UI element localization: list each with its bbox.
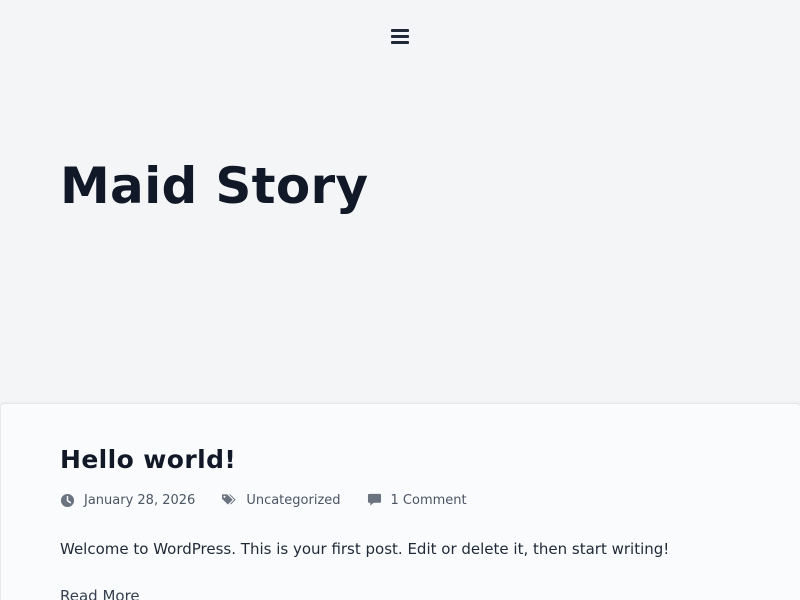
post-comments: 1 Comment [367, 493, 467, 508]
tags-icon [221, 493, 237, 507]
post-meta: January 28, 2026 Uncategorized 1 Comment [60, 490, 467, 510]
post-date-link[interactable]: January 28, 2026 [84, 493, 195, 508]
hamburger-menu-icon[interactable] [390, 27, 410, 45]
post-title[interactable]: Hello world! [60, 442, 236, 478]
post-category: Uncategorized [221, 493, 341, 508]
post-card: Hello world! January 28, 2026 Uncategori… [0, 403, 800, 600]
post-date: January 28, 2026 [60, 493, 195, 508]
comment-icon [367, 493, 382, 507]
menu-line [391, 35, 409, 38]
page: Maid Story Hello world! January 28, 2026 [0, 0, 800, 600]
hero-section: Maid Story [0, 72, 800, 403]
read-more-link[interactable]: Read More [60, 584, 140, 600]
post-comments-link[interactable]: 1 Comment [391, 493, 467, 508]
clock-icon [60, 493, 75, 508]
menu-line [391, 29, 409, 32]
menu-line [391, 41, 409, 44]
post-excerpt: Welcome to WordPress. This is your first… [60, 540, 670, 558]
post-category-link[interactable]: Uncategorized [246, 493, 340, 508]
site-header [0, 0, 800, 72]
site-title[interactable]: Maid Story [60, 154, 368, 218]
